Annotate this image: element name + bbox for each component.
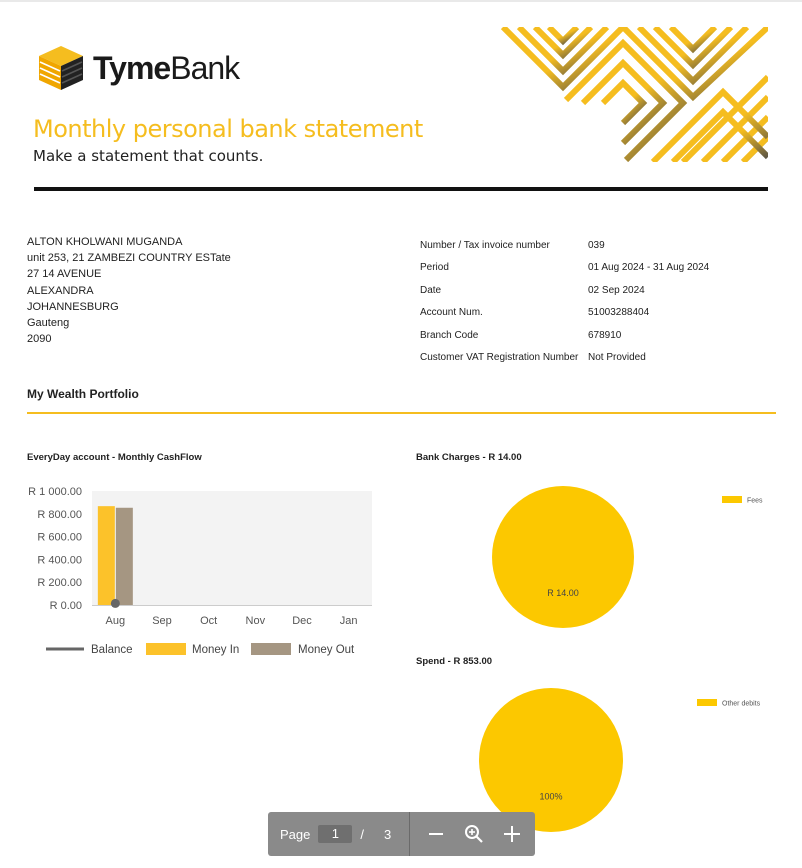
x-tick-label: Nov: [246, 615, 266, 627]
legend-label: Balance: [91, 644, 133, 656]
y-tick-label: R 400.00: [37, 554, 82, 566]
minus-icon: [429, 833, 444, 835]
x-tick-label: Dec: [292, 615, 312, 627]
page-toolbar: Page 1 / 3: [268, 812, 535, 856]
charts-canvas: R 0.00 R 200.00 R 400.00 R 600.00 R 800.00 R …: [28, 486, 763, 832]
zoom-reset-button[interactable]: [462, 822, 486, 846]
x-tick-label: Aug: [106, 615, 126, 627]
page-label: Page: [280, 826, 311, 842]
page-total: 3: [384, 826, 392, 842]
pie-legend-label: Fees: [747, 498, 763, 505]
x-tick-label: Sep: [152, 615, 172, 627]
pie-legend-swatch: [722, 496, 742, 503]
toolbar-divider: [409, 812, 411, 856]
pie-slice-label: R 14.00: [547, 588, 579, 598]
zoom-out-button[interactable]: [424, 822, 448, 846]
bar-money-out: [115, 507, 133, 605]
zoom-in-button[interactable]: [500, 822, 524, 846]
pie-slice: [479, 688, 623, 832]
y-tick-label: R 1 000.00: [28, 486, 82, 498]
page-number-input[interactable]: 1: [318, 825, 353, 843]
y-tick-label: R 200.00: [37, 577, 82, 589]
statement-page: TymeBank Monthly personal bank statement…: [0, 0, 802, 868]
plot-area: [92, 491, 372, 605]
page-separator: /: [360, 826, 364, 842]
legend-money-out-swatch: [251, 643, 291, 655]
x-tick-label: Jan: [340, 615, 358, 627]
pie-legend-label: Other debits: [722, 701, 761, 708]
y-tick-label: R 800.00: [37, 509, 82, 521]
magnifier-icon: [465, 825, 484, 843]
y-tick-label: R 600.00: [37, 532, 82, 544]
pie-slice-label: 100%: [539, 792, 562, 802]
x-tick-label: Oct: [200, 615, 217, 627]
pie-slice: [492, 486, 634, 628]
pie-legend-swatch: [697, 699, 717, 706]
plus-icon: [504, 826, 521, 842]
legend-label: Money Out: [298, 644, 355, 656]
legend-label: Money In: [192, 644, 239, 656]
balance-point: [110, 598, 120, 608]
legend-money-in-swatch: [146, 643, 186, 655]
bar-money-in: [97, 506, 115, 605]
y-tick-label: R 0.00: [50, 600, 82, 612]
